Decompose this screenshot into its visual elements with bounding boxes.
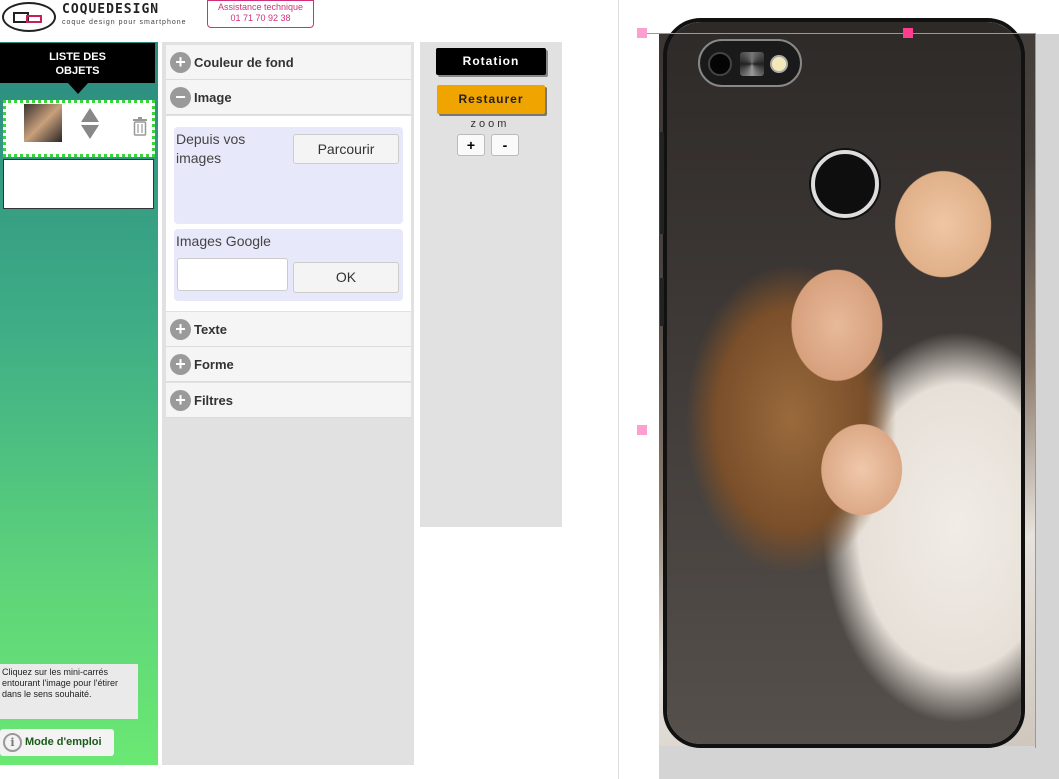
guide-line — [643, 33, 1035, 34]
move-up-icon[interactable] — [81, 108, 99, 122]
expand-plus-icon: + — [170, 319, 191, 340]
accordion-texte[interactable]: + Texte — [166, 312, 411, 347]
info-icon: i — [3, 733, 22, 752]
resize-handle[interactable] — [637, 425, 647, 435]
expand-plus-icon: + — [170, 390, 191, 411]
reorder-arrows-icon[interactable] — [80, 108, 100, 140]
assistance-label: Assistance technique — [217, 2, 304, 12]
zoom-label: zoom — [470, 118, 510, 130]
google-images-label: Images Google — [176, 233, 271, 249]
accordion-label: Texte — [194, 322, 227, 337]
phone-side-button — [660, 132, 664, 234]
logo-mark-icon — [2, 2, 56, 32]
resize-handle[interactable] — [637, 28, 647, 38]
accordion-forme[interactable]: + Forme — [166, 347, 411, 382]
assistance-phone: 01 71 70 92 38 — [230, 13, 291, 23]
collapse-minus-icon: − — [170, 87, 191, 108]
phone-case-photo — [667, 22, 1021, 744]
accordion-label: Filtres — [194, 393, 234, 408]
panel-divider — [618, 0, 619, 779]
google-search-ok-button[interactable]: OK — [293, 262, 399, 293]
move-down-icon[interactable] — [81, 125, 99, 139]
zoom-out-button[interactable]: - — [491, 134, 519, 156]
brand-tagline: coque design pour smartphone — [62, 19, 187, 26]
site-logo[interactable]: COQUEDESIGN coque design pour smartphone — [0, 0, 205, 34]
accordion-couleur-de-fond[interactable]: + Couleur de fond — [166, 45, 411, 80]
restaurer-button[interactable]: Restaurer — [437, 85, 545, 114]
rotation-button[interactable]: Rotation — [436, 48, 546, 75]
zoom-in-button[interactable]: + — [457, 134, 485, 156]
fingerprint-sensor-icon — [811, 150, 879, 218]
object-list-empty-slot[interactable] — [3, 159, 154, 209]
object-thumbnail[interactable] — [24, 104, 62, 142]
resize-handle[interactable] — [903, 28, 913, 38]
trash-icon[interactable] — [132, 116, 148, 136]
browse-button[interactable]: Parcourir — [293, 134, 399, 164]
help-text: Cliquez sur les mini-carrés entourant l'… — [0, 664, 138, 719]
upload-label: Depuis vos images — [176, 131, 246, 166]
phone-case-preview[interactable] — [663, 18, 1025, 748]
expand-plus-icon: + — [170, 52, 191, 73]
accordion-label: Image — [194, 90, 232, 105]
assistance-box: Assistance technique 01 71 70 92 38 — [207, 0, 314, 28]
accordion-filtres[interactable]: + Filtres — [166, 383, 411, 418]
phone-side-button — [660, 278, 664, 326]
brand-name: COQUEDESIGN — [62, 2, 160, 17]
caret-down-icon — [68, 83, 88, 94]
mode-emploi-button[interactable]: i Mode d'emploi — [0, 729, 114, 756]
expand-plus-icon: + — [170, 354, 191, 375]
mode-emploi-label: Mode d'emploi — [25, 736, 102, 748]
object-list-title-line2: OBJETS — [55, 65, 100, 77]
object-list-title: LISTE DES OBJETS — [0, 43, 155, 83]
accordion-label: Forme — [194, 357, 234, 372]
guide-line — [1035, 33, 1036, 748]
tools-panel — [420, 42, 562, 527]
camera-module-icon — [698, 39, 802, 87]
object-list-title-line1: LISTE DES — [49, 51, 106, 63]
google-search-input[interactable] — [177, 258, 288, 291]
accordion-label: Couleur de fond — [194, 55, 294, 70]
accordion-image[interactable]: − Image — [166, 80, 411, 115]
